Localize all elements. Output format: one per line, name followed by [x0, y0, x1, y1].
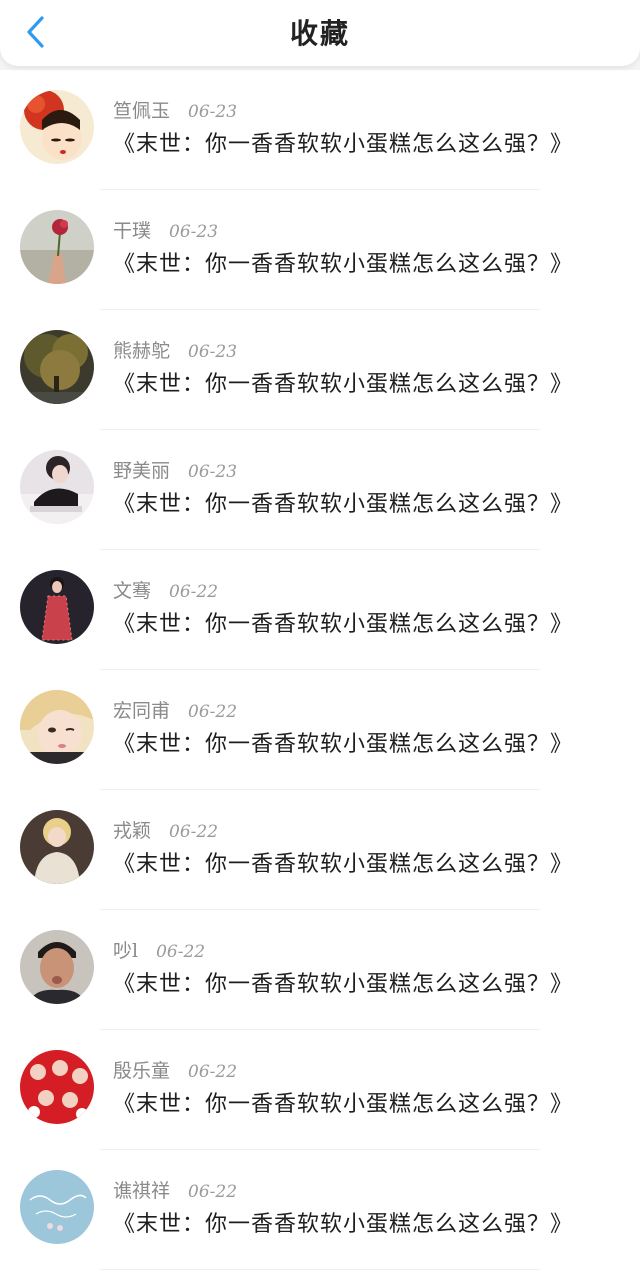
- user-name: 熊赫鸵: [113, 340, 171, 362]
- item-date: 06-22: [188, 1182, 238, 1202]
- user-name: 文骞: [113, 580, 152, 602]
- item-meta: 干璞 06-23: [113, 216, 218, 242]
- item-date: 06-22: [188, 702, 238, 722]
- item-meta: 野美丽 06-23: [113, 456, 237, 482]
- avatar[interactable]: [20, 450, 94, 524]
- avatar[interactable]: [20, 690, 94, 764]
- list-item[interactable]: 干璞 06-23 《末世：你一香香软软小蛋糕怎么这么强？》: [0, 190, 640, 310]
- book-title[interactable]: 《末世：你一香香软软小蛋糕怎么这么强？》: [113, 126, 613, 158]
- item-meta: 笪佩玉 06-23: [113, 96, 237, 122]
- book-title[interactable]: 《末世：你一香香软软小蛋糕怎么这么强？》: [113, 606, 613, 638]
- page-title: 收藏: [289, 17, 350, 50]
- list-item[interactable]: 戎颖 06-22 《末世：你一香香软软小蛋糕怎么这么强？》: [0, 790, 640, 910]
- user-name: 野美丽: [113, 460, 171, 482]
- avatar[interactable]: [20, 570, 94, 644]
- list-item[interactable]: 谯祺祥 06-22 《末世：你一香香软软小蛋糕怎么这么强？》: [0, 1150, 640, 1270]
- list-item[interactable]: 笪佩玉 06-23 《末世：你一香香软软小蛋糕怎么这么强？》: [0, 70, 640, 190]
- avatar[interactable]: [20, 90, 94, 164]
- book-title[interactable]: 《末世：你一香香软软小蛋糕怎么这么强？》: [113, 366, 613, 398]
- list-item[interactable]: 熊赫鸵 06-23 《末世：你一香香软软小蛋糕怎么这么强？》: [0, 310, 640, 430]
- avatar[interactable]: [20, 210, 94, 284]
- user-name: 宏同甫: [113, 700, 171, 722]
- item-date: 06-23: [188, 462, 238, 482]
- list-item[interactable]: 文骞 06-22 《末世：你一香香软软小蛋糕怎么这么强？》: [0, 550, 640, 670]
- divider: [100, 1269, 540, 1270]
- item-date: 06-23: [188, 102, 238, 122]
- user-name: 干璞: [113, 220, 152, 242]
- item-meta: 吵l 06-22: [113, 936, 205, 962]
- book-title[interactable]: 《末世：你一香香软软小蛋糕怎么这么强？》: [113, 846, 613, 878]
- list-item[interactable]: 殷乐童 06-22 《末世：你一香香软软小蛋糕怎么这么强？》: [0, 1030, 640, 1150]
- book-title[interactable]: 《末世：你一香香软软小蛋糕怎么这么强？》: [113, 966, 613, 998]
- book-title[interactable]: 《末世：你一香香软软小蛋糕怎么这么强？》: [113, 246, 613, 278]
- user-name: 谯祺祥: [113, 1180, 171, 1202]
- user-name: 殷乐童: [113, 1060, 171, 1082]
- item-date: 06-23: [169, 222, 219, 242]
- user-name: 笪佩玉: [113, 100, 171, 122]
- list-item[interactable]: 吵l 06-22 《末世：你一香香软软小蛋糕怎么这么强？》: [0, 910, 640, 1030]
- item-meta: 文骞 06-22: [113, 576, 218, 602]
- item-meta: 熊赫鸵 06-23: [113, 336, 237, 362]
- avatar[interactable]: [20, 810, 94, 884]
- item-date: 06-22: [188, 1062, 238, 1082]
- item-date: 06-22: [156, 942, 206, 962]
- item-date: 06-22: [169, 822, 219, 842]
- item-date: 06-22: [169, 582, 219, 602]
- avatar[interactable]: [20, 930, 94, 1004]
- item-meta: 戎颖 06-22: [113, 816, 218, 842]
- avatar[interactable]: [20, 1170, 94, 1244]
- item-meta: 宏同甫 06-22: [113, 696, 237, 722]
- item-meta: 谯祺祥 06-22: [113, 1176, 237, 1202]
- user-name: 吵l: [113, 940, 139, 962]
- book-title[interactable]: 《末世：你一香香软软小蛋糕怎么这么强？》: [113, 1206, 613, 1238]
- list-item[interactable]: 宏同甫 06-22 《末世：你一香香软软小蛋糕怎么这么强？》: [0, 670, 640, 790]
- book-title[interactable]: 《末世：你一香香软软小蛋糕怎么这么强？》: [113, 486, 613, 518]
- item-date: 06-23: [188, 342, 238, 362]
- book-title[interactable]: 《末世：你一香香软软小蛋糕怎么这么强？》: [113, 1086, 613, 1118]
- favorites-list: 笪佩玉 06-23 《末世：你一香香软软小蛋糕怎么这么强？》 干璞 06-23 …: [0, 70, 640, 1270]
- top-nav-bar: 收藏: [0, 0, 640, 66]
- item-meta: 殷乐童 06-22: [113, 1056, 237, 1082]
- avatar[interactable]: [20, 1050, 94, 1124]
- user-name: 戎颖: [113, 820, 152, 842]
- list-item[interactable]: 野美丽 06-23 《末世：你一香香软软小蛋糕怎么这么强？》: [0, 430, 640, 550]
- avatar[interactable]: [20, 330, 94, 404]
- book-title[interactable]: 《末世：你一香香软软小蛋糕怎么这么强？》: [113, 726, 613, 758]
